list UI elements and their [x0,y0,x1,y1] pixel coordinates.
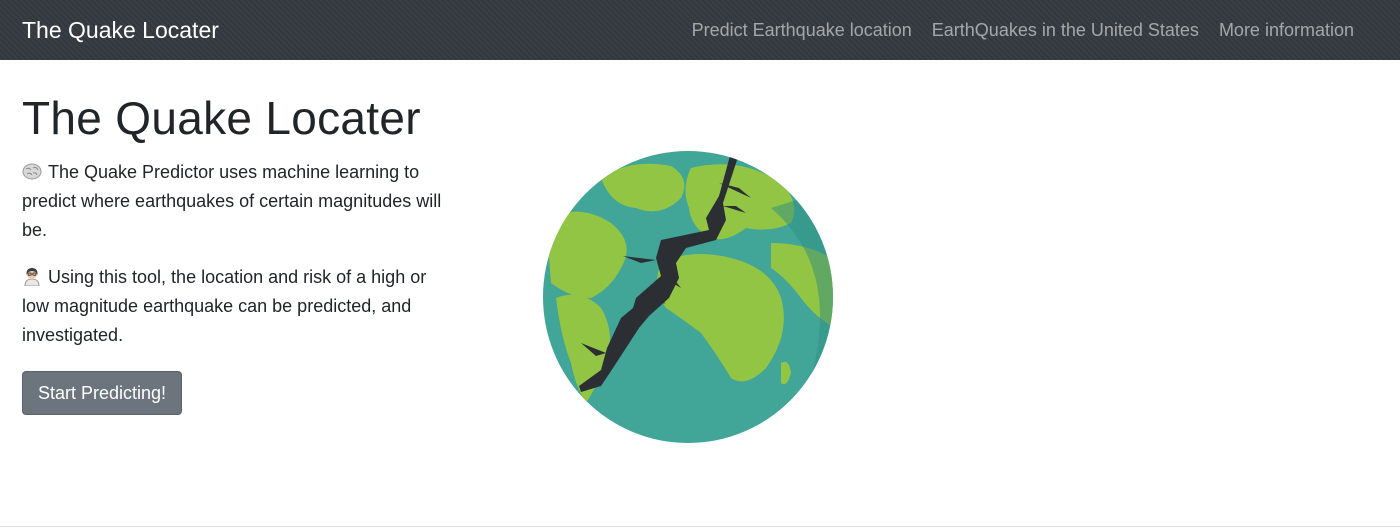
footer-divider [0,526,1400,527]
scientist-emoji-icon [24,268,40,286]
earth-globe-image [543,151,833,443]
tool-paragraph: Using this tool, the location and risk o… [22,263,442,350]
navbar-brand[interactable]: The Quake Locater [22,17,219,44]
cracked-earth-illustration [541,148,835,446]
tool-text: Using this tool, the location and risk o… [22,267,427,345]
top-navbar: The Quake Locater Predict Earthquake loc… [0,0,1400,60]
brain-emoji-icon [22,163,42,180]
start-predicting-button[interactable]: Start Predicting! [22,371,183,415]
nav-link-more-information[interactable]: More information [1219,20,1354,41]
hero-section: The Quake Locater The Quake Predictor us… [22,88,442,415]
nav-link-us-earthquakes[interactable]: EarthQuakes in the United States [932,20,1199,41]
intro-paragraph: The Quake Predictor uses machine learnin… [22,158,442,245]
nav-link-predict-location[interactable]: Predict Earthquake location [692,20,912,41]
navbar-links: Predict Earthquake location EarthQuakes … [672,20,1354,41]
page-title: The Quake Locater [22,92,421,144]
intro-text: The Quake Predictor uses machine learnin… [22,162,442,240]
